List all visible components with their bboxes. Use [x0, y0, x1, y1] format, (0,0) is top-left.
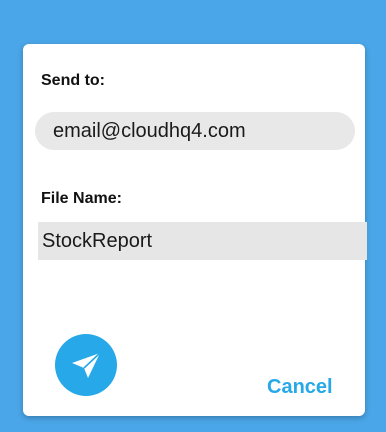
- file-name-field[interactable]: StockReport: [38, 222, 367, 260]
- file-name-label: File Name:: [41, 190, 122, 207]
- send-to-label: Send to:: [41, 72, 105, 89]
- email-field[interactable]: email@cloudhq4.com: [35, 112, 355, 150]
- paper-plane-icon: [72, 352, 101, 378]
- send-button[interactable]: [55, 334, 117, 396]
- cancel-button[interactable]: Cancel: [267, 376, 333, 399]
- share-dialog: Send to: email@cloudhq4.com File Name: S…: [23, 44, 367, 416]
